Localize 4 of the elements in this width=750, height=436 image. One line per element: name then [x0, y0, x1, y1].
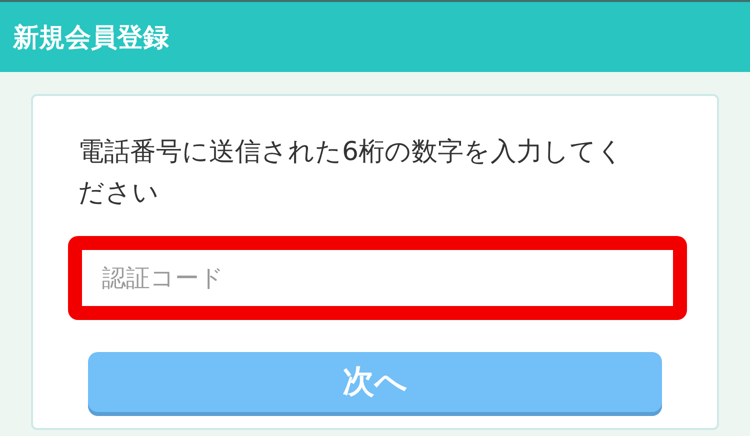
next-button[interactable]: 次へ [88, 352, 662, 412]
code-input-field[interactable]: 認証コード [68, 236, 687, 320]
page-title: 新規会員登録 [13, 22, 169, 54]
instruction-text: 電話番号に送信された6桁の数字を入力してください [78, 136, 625, 210]
